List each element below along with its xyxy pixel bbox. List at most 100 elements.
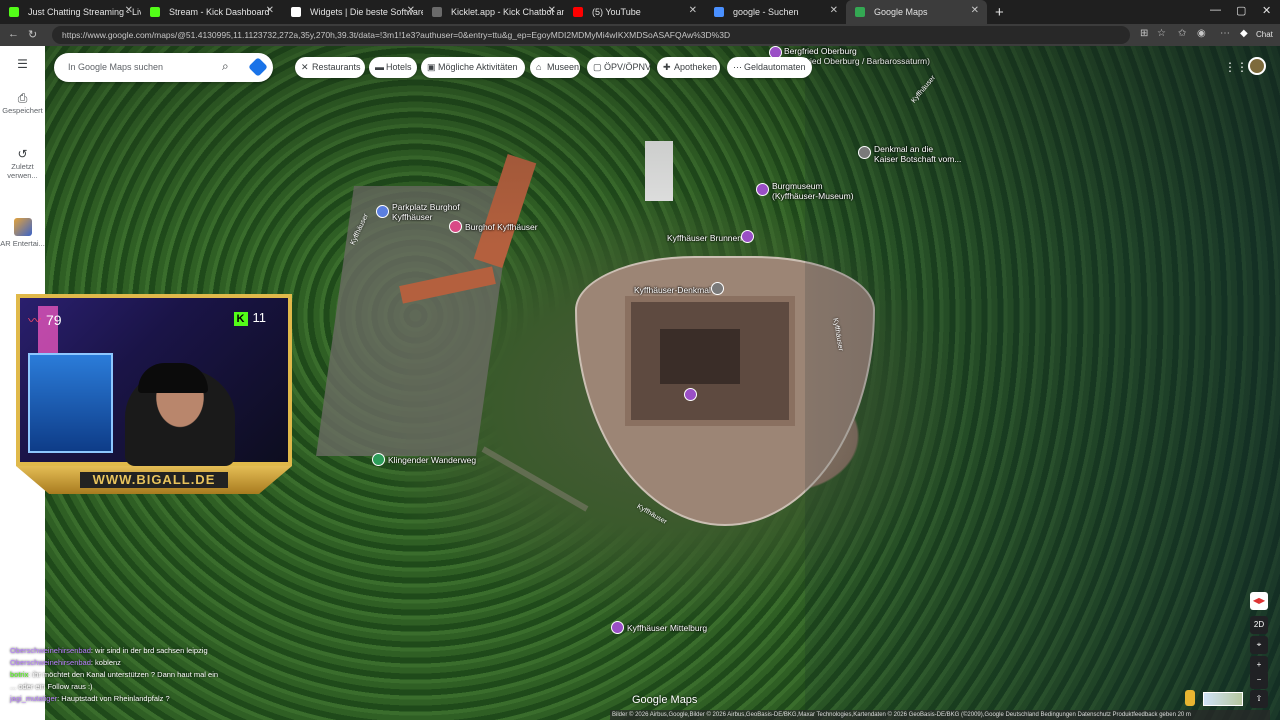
chip-restaurants[interactable]: ✕ Restaurants (295, 57, 365, 78)
tab-title: Stream - Kick Dashboard (169, 7, 270, 17)
place-pin[interactable] (449, 220, 462, 233)
close-icon[interactable]: ✕ (407, 5, 415, 16)
maximize-icon[interactable]: ▢ (1236, 4, 1246, 17)
close-icon[interactable]: ✕ (830, 5, 838, 16)
chat-text: : wir sind in der brd sachsen leipzig (90, 646, 208, 655)
tab-google-maps[interactable]: Google Maps ✕ (846, 0, 987, 24)
chat-username: jagi_mutatiger (10, 694, 58, 703)
hiking-icon[interactable] (372, 453, 385, 466)
pegman-icon[interactable] (1185, 690, 1195, 706)
tab-google-search[interactable]: google - Suchen ✕ (705, 0, 846, 24)
search-icon[interactable]: ⌕ (222, 59, 229, 74)
back-icon[interactable]: ← (8, 28, 19, 40)
streamer-cap (138, 363, 208, 393)
my-location-icon[interactable]: ⌖ (1250, 636, 1268, 654)
tab-title: Google Maps (874, 7, 928, 17)
place-pin[interactable] (711, 282, 724, 295)
place-label-burgmuseum[interactable]: Burgmuseum (772, 181, 823, 191)
place-label-mittelburg[interactable]: Kyffhäuser Mittelburg (627, 623, 707, 633)
sidebar-item-recent[interactable]: ↺ Zuletzt verwen... (0, 148, 45, 180)
chip-pharmacies[interactable]: ✚ Apotheken (657, 57, 720, 78)
chip-atms[interactable]: ⋯ Geldautomaten (727, 57, 812, 78)
menu-icon: ☰ (17, 57, 28, 71)
close-icon[interactable]: ✕ (689, 5, 697, 16)
close-icon[interactable]: ✕ (266, 5, 274, 16)
window-close-icon[interactable]: ✕ (1262, 4, 1271, 17)
parking-icon[interactable] (376, 205, 389, 218)
chat-text: : koblenz (90, 658, 121, 667)
kick-viewer-count: 11 (252, 310, 267, 325)
chip-label: Museen (547, 62, 580, 72)
tab-youtube[interactable]: (5) YouTube ✕ (564, 0, 705, 24)
place-pin[interactable] (684, 388, 697, 401)
copilot-icon[interactable]: ◆ (1240, 28, 1248, 39)
chat-username: Oberschweinehirsenbad (10, 646, 91, 655)
new-tab-icon[interactable]: + (995, 4, 1004, 21)
install-icon[interactable]: ⊞ (1140, 28, 1148, 39)
banner-text: WWW.BIGALL.DE (80, 472, 228, 488)
app-icon (13, 218, 32, 236)
avatar[interactable] (1248, 57, 1266, 75)
heart-rate-value: 79 (46, 312, 62, 328)
tab-title: google - Suchen (733, 7, 799, 17)
browser-tab-bar: Just Chatting Streaming - Live Stre ✕ St… (0, 0, 1280, 24)
place-label-bergfried[interactable]: Bergfried Oberburg (784, 46, 857, 56)
more-icon[interactable]: ⋯ (1220, 28, 1230, 39)
chip-museums[interactable]: ⌂ Museen (530, 57, 580, 78)
sidebar-item-label: Gespeichert (2, 106, 43, 115)
menu-button[interactable]: ☰ (0, 57, 45, 72)
sidebar-item-saved[interactable]: ⎙ Gespeichert (0, 92, 45, 115)
profile-icon[interactable]: ◉ (1197, 28, 1206, 39)
place-sublabel: Kyffhäuser (392, 212, 433, 222)
zoom-out-button[interactable]: − (1250, 671, 1268, 689)
place-pin[interactable] (756, 183, 769, 196)
chat-message: jagi_mutatiger: Hauptstadt von Rheinland… (10, 693, 270, 705)
close-icon[interactable]: ✕ (971, 5, 979, 16)
chat-button[interactable]: Chat (1256, 30, 1273, 39)
chip-hotels[interactable]: ▬ Hotels (369, 57, 417, 78)
layers-thumbnails[interactable] (1203, 692, 1243, 706)
place-pin[interactable] (858, 146, 871, 159)
chip-label: Hotels (386, 62, 412, 72)
url-field[interactable]: https://www.google.com/maps/@51.4130995,… (52, 26, 1130, 44)
place-label-parkplatz[interactable]: Parkplatz Burghof (392, 202, 460, 212)
chat-username: botrix (10, 670, 29, 679)
bed-icon: ▬ (375, 62, 384, 72)
tab-kick-live[interactable]: Just Chatting Streaming - Live Stre ✕ (0, 0, 141, 24)
chip-transit[interactable]: ▢ ÖPV/ÖPNV (587, 57, 652, 78)
place-label-burghof[interactable]: Burghof Kyffhäuser (465, 222, 538, 232)
star-icon[interactable]: ☆ (1157, 28, 1166, 39)
google-icon (714, 7, 724, 17)
directions-icon[interactable] (248, 57, 268, 77)
map-attribution[interactable]: Bilder © 2026 Airbus,Google,Bilder © 202… (610, 710, 1270, 720)
maps-search-box[interactable]: In Google Maps suchen ⌕ (54, 53, 273, 82)
reload-icon[interactable]: ↻ (28, 28, 37, 41)
apps-grid-icon[interactable]: ⋮⋮ (1224, 60, 1248, 74)
heart-rate-widget: 〰 79 (28, 310, 62, 329)
tab-widgets[interactable]: Widgets | Die beste Software zur ✕ (282, 0, 423, 24)
expand-icon[interactable]: ⇧ (1250, 690, 1268, 708)
transit-icon: ▢ (593, 62, 602, 72)
place-label-wanderweg[interactable]: Klingender Wanderweg (388, 455, 476, 465)
place-label-denkmal[interactable]: Kyffhäuser-Denkmal (634, 285, 711, 295)
place-label-brunnen[interactable]: Kyffhäuser Brunnen (667, 233, 742, 243)
search-input[interactable]: In Google Maps suchen (68, 62, 163, 72)
place-label-denkmal-botschaft[interactable]: Denkmal an die (874, 144, 933, 154)
heartbeat-icon: 〰 (28, 313, 42, 328)
tab-kick-dashboard[interactable]: Stream - Kick Dashboard ✕ (141, 0, 282, 24)
place-pin[interactable] (741, 230, 754, 243)
minimize-icon[interactable]: — (1210, 4, 1221, 16)
stream-chat-overlay: Oberschweinehirsenbad: wir sind in der b… (10, 645, 270, 705)
sidebar-item-app[interactable]: AR Entertai... (0, 218, 45, 248)
tab-kicklet[interactable]: Kicklet.app - Kick Chatbot and Ov ✕ (423, 0, 564, 24)
place-pin[interactable] (611, 621, 624, 634)
chip-activities[interactable]: ▣ Mögliche Aktivitäten (421, 57, 525, 78)
compass-icon[interactable]: ◀▶ (1250, 592, 1268, 610)
chip-label: ÖPV/ÖPNV (604, 62, 652, 72)
close-icon[interactable]: ✕ (125, 5, 133, 16)
tilt-2d-button[interactable]: 2D (1250, 616, 1268, 634)
address-bar-row: ← ↻ https://www.google.com/maps/@51.4130… (0, 24, 1280, 46)
sidebar-item-label: AR Entertai... (0, 239, 45, 248)
close-icon[interactable]: ✕ (548, 5, 556, 16)
favorites-icon[interactable]: ✩ (1178, 28, 1186, 39)
